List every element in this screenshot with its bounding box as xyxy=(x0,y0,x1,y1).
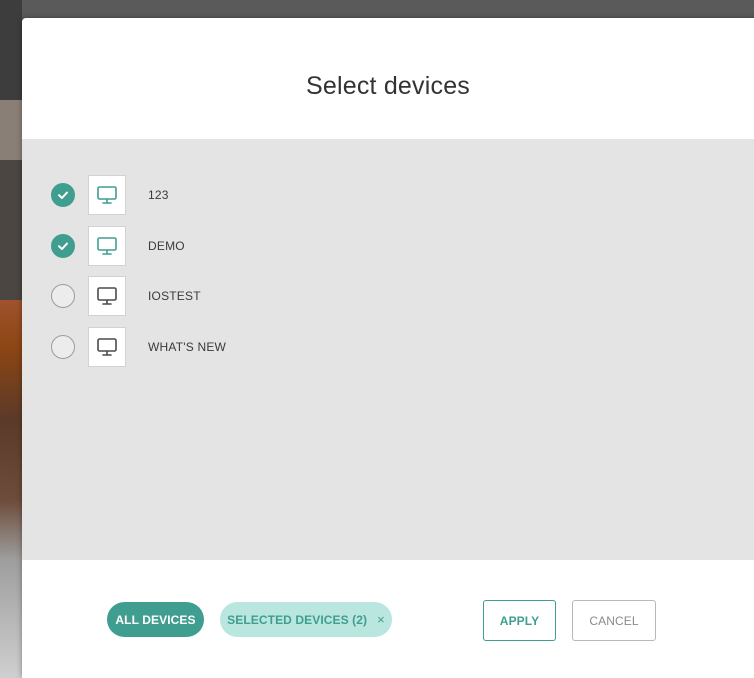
apply-label: APPLY xyxy=(499,613,540,628)
cancel-button[interactable]: CANCEL xyxy=(572,600,656,641)
monitor-icon xyxy=(97,338,117,356)
device-name: DEMO xyxy=(148,239,185,253)
background-page-left xyxy=(0,0,22,678)
device-row[interactable]: 123 xyxy=(51,174,169,216)
dialog-title: Select devices xyxy=(306,72,470,100)
device-list: 123 DEMO IOSTEST WHAT'S NEW xyxy=(22,139,754,560)
device-name: IOSTEST xyxy=(148,289,201,303)
selected-devices-filter[interactable]: SELECTED DEVICES (2) × xyxy=(220,602,392,637)
device-name: 123 xyxy=(148,188,169,202)
device-thumbnail xyxy=(88,175,126,215)
checkbox-checked[interactable] xyxy=(51,234,75,258)
device-thumbnail xyxy=(88,226,126,266)
selected-devices-label: SELECTED DEVICES (2) xyxy=(227,612,368,627)
device-row[interactable]: DEMO xyxy=(51,225,185,267)
device-thumbnail xyxy=(88,327,126,367)
dialog-header: Select devices xyxy=(22,18,754,139)
checkbox-checked[interactable] xyxy=(51,183,75,207)
device-thumbnail xyxy=(88,276,126,316)
monitor-icon xyxy=(97,186,117,204)
clear-selection-icon[interactable]: × xyxy=(377,612,385,627)
monitor-icon xyxy=(97,287,117,305)
all-devices-filter[interactable]: ALL DEVICES xyxy=(107,602,204,637)
device-name: WHAT'S NEW xyxy=(148,340,227,354)
cancel-label: CANCEL xyxy=(589,613,639,628)
background-page-top xyxy=(0,0,754,20)
select-devices-dialog: Select devices 123 DEMO IOSTEST WHAT'S N… xyxy=(22,18,754,678)
checkmark-icon xyxy=(58,191,68,199)
checkbox-unchecked[interactable] xyxy=(51,335,75,359)
all-devices-label: ALL DEVICES xyxy=(115,612,196,627)
checkmark-icon xyxy=(58,242,68,250)
apply-button[interactable]: APPLY xyxy=(483,600,556,641)
monitor-icon xyxy=(97,237,117,255)
device-row[interactable]: IOSTEST xyxy=(51,275,201,317)
device-row[interactable]: WHAT'S NEW xyxy=(51,326,226,368)
checkbox-unchecked[interactable] xyxy=(51,284,75,308)
